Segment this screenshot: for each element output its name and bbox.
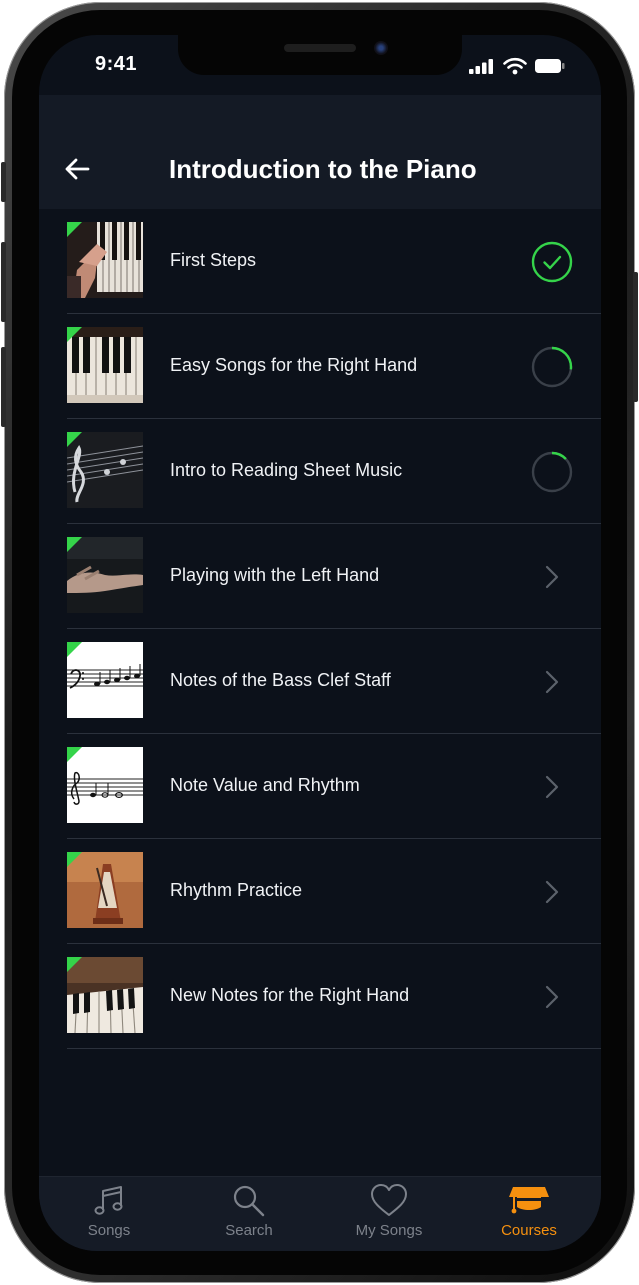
mute-switch [1,162,6,202]
screen: Introduction to the Piano 9:41 First Ste… [39,35,601,1251]
lesson-title: First Steps [170,250,257,270]
tab-label: Songs [87,1222,131,1239]
notch [178,35,462,75]
lesson-thumbnail [67,642,143,718]
volume-down-button [1,347,6,427]
lesson-list: First Steps Easy Songs for the Right Han… [39,209,601,1049]
tab-bar: Songs Search My Songs Courses [39,1176,601,1251]
lesson-title: Notes of the Bass Clef Staff [170,670,391,690]
new-flag [67,852,82,867]
lesson-title: Intro to Reading Sheet Music [170,460,403,480]
tab-label: Courses [501,1222,557,1239]
lesson-title: Easy Songs for the Right Hand [170,355,418,375]
new-flag [67,222,82,237]
lesson-thumbnail [67,747,143,823]
cellular-signal-icon [469,59,493,74]
status-time: 9:41 [95,53,138,75]
lesson-thumbnail [67,432,143,508]
chevron-right-icon [545,985,559,1009]
lesson-title: Playing with the Left Hand [170,565,380,585]
new-flag [67,747,82,762]
tab-label: Search [225,1222,273,1239]
new-flag [67,642,82,657]
header: Introduction to the Piano [39,95,601,209]
power-button [633,272,638,402]
new-flag [67,432,82,447]
progress-ring-icon [531,451,573,493]
lesson-row-first-steps[interactable]: First Steps [39,209,601,314]
lesson-row-intro-sheet-music[interactable]: Intro to Reading Sheet Music [39,419,601,524]
tab-songs[interactable]: Songs [39,1177,179,1251]
chevron-right-icon [545,880,559,904]
lesson-title: New Notes for the Right Hand [170,985,410,1005]
chevron-right-icon [545,565,559,589]
lesson-title: Rhythm Practice [170,880,303,900]
music-note-icon [94,1186,123,1215]
lesson-thumbnail [67,957,143,1033]
wifi-icon [503,57,527,75]
page-title: Introduction to the Piano [169,154,477,184]
front-camera [374,41,388,55]
graduation-cap-icon [509,1187,549,1214]
battery-icon [535,59,565,73]
tab-my-songs[interactable]: My Songs [319,1177,459,1251]
new-flag [67,327,82,342]
lesson-thumbnail [67,537,143,613]
new-flag [67,957,82,972]
speaker-grille [284,44,356,52]
lesson-thumbnail [67,852,143,928]
volume-up-button [1,242,6,322]
lesson-row-left-hand[interactable]: Playing with the Left Hand [39,524,601,629]
lesson-row-bass-clef[interactable]: Notes of the Bass Clef Staff [39,629,601,734]
tab-courses[interactable]: Courses [459,1177,599,1251]
lesson-thumbnail [67,222,143,298]
chevron-right-icon [545,670,559,694]
heart-icon [371,1184,407,1216]
lesson-row-rhythm-practice[interactable]: Rhythm Practice [39,839,601,944]
lesson-row-new-notes-right-hand[interactable]: New Notes for the Right Hand [39,944,601,1049]
tab-label: My Songs [355,1222,423,1239]
new-flag [67,537,82,552]
chevron-right-icon [545,775,559,799]
lesson-title: Note Value and Rhythm [170,775,360,795]
lesson-thumbnail [67,327,143,403]
lesson-row-note-value[interactable]: Note Value and Rhythm [39,734,601,839]
progress-ring-icon [531,346,573,388]
back-arrow-icon[interactable] [63,155,91,183]
lesson-row-easy-songs[interactable]: Easy Songs for the Right Hand [39,314,601,419]
search-icon [233,1185,265,1217]
completed-check-icon [531,241,573,283]
tab-search[interactable]: Search [179,1177,319,1251]
status-icons [469,57,565,75]
